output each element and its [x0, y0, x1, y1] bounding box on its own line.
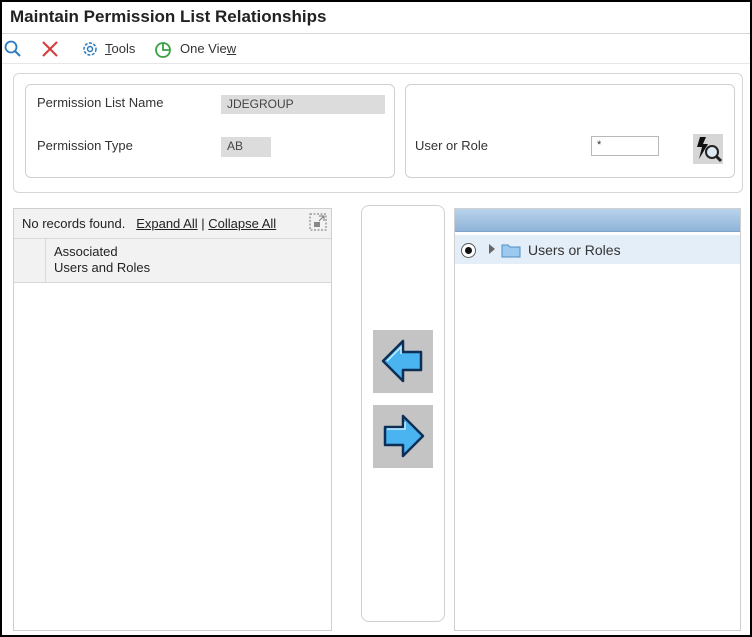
- user-role-box: User or Role *: [405, 84, 735, 178]
- one-view-label: One Vie: [180, 41, 227, 56]
- tools-label: ools: [111, 41, 136, 56]
- column-header: Associated Users and Roles: [14, 239, 331, 283]
- separator: |: [201, 216, 205, 231]
- row-selector-column: [14, 239, 46, 282]
- permission-list-name-field: JDEGROUP: [221, 95, 385, 114]
- visual-assist-button[interactable]: [693, 134, 723, 164]
- right-arrow-icon: [383, 414, 425, 458]
- one-view-icon[interactable]: [154, 40, 172, 61]
- collapse-all-link[interactable]: Collapse All: [208, 216, 276, 231]
- permission-list-box: Permission List Name JDEGROUP Permission…: [25, 84, 395, 178]
- tools-menu[interactable]: Tools: [105, 41, 135, 56]
- page-title: Maintain Permission List Relationships: [10, 7, 327, 26]
- visual-assist-icon: [697, 137, 723, 163]
- divider: [2, 33, 750, 34]
- user-or-role-label: User or Role: [415, 138, 488, 153]
- users-roles-tree: Users or Roles: [454, 208, 741, 631]
- header-panel: Permission List Name JDEGROUP Permission…: [13, 73, 743, 193]
- search-icon[interactable]: [4, 40, 22, 61]
- associated-grid: No records found. Expand All | Collapse …: [13, 208, 332, 631]
- one-view-accel: w: [226, 41, 237, 56]
- no-records-text: No records found.: [22, 216, 126, 231]
- one-view-button[interactable]: One View: [180, 41, 236, 56]
- divider: [2, 63, 750, 64]
- permission-list-name-label: Permission List Name: [37, 95, 164, 110]
- expand-all-link[interactable]: Expand All: [136, 216, 197, 231]
- transfer-panel: [361, 205, 445, 622]
- grid-header-bar: No records found. Expand All | Collapse …: [14, 209, 331, 239]
- tree-node-users-or-roles[interactable]: Users or Roles: [455, 235, 740, 264]
- close-icon[interactable]: [41, 40, 59, 61]
- permission-type-field: AB: [221, 137, 271, 157]
- user-or-role-input[interactable]: *: [591, 136, 659, 156]
- associated-users-column[interactable]: Associated Users and Roles: [54, 244, 150, 276]
- column-title-line1: Associated: [54, 244, 118, 259]
- folder-icon: [501, 244, 521, 258]
- column-title-line2: Users and Roles: [54, 260, 151, 275]
- tree-node-label: Users or Roles: [528, 242, 621, 258]
- add-button[interactable]: [373, 405, 433, 468]
- toolbar: Tools One View: [2, 36, 750, 62]
- grid-maximize-icon[interactable]: [309, 213, 327, 231]
- window-frame: Maintain Permission List Relationships T…: [0, 0, 752, 637]
- gear-icon[interactable]: [81, 40, 99, 61]
- tree-header-bar: [455, 209, 740, 232]
- grid-status: No records found. Expand All | Collapse …: [22, 216, 276, 231]
- left-arrow-icon: [381, 339, 423, 383]
- node-radio-button[interactable]: [461, 243, 476, 258]
- remove-button[interactable]: [373, 330, 433, 393]
- expand-arrow-icon[interactable]: [489, 244, 495, 254]
- permission-type-label: Permission Type: [37, 138, 133, 153]
